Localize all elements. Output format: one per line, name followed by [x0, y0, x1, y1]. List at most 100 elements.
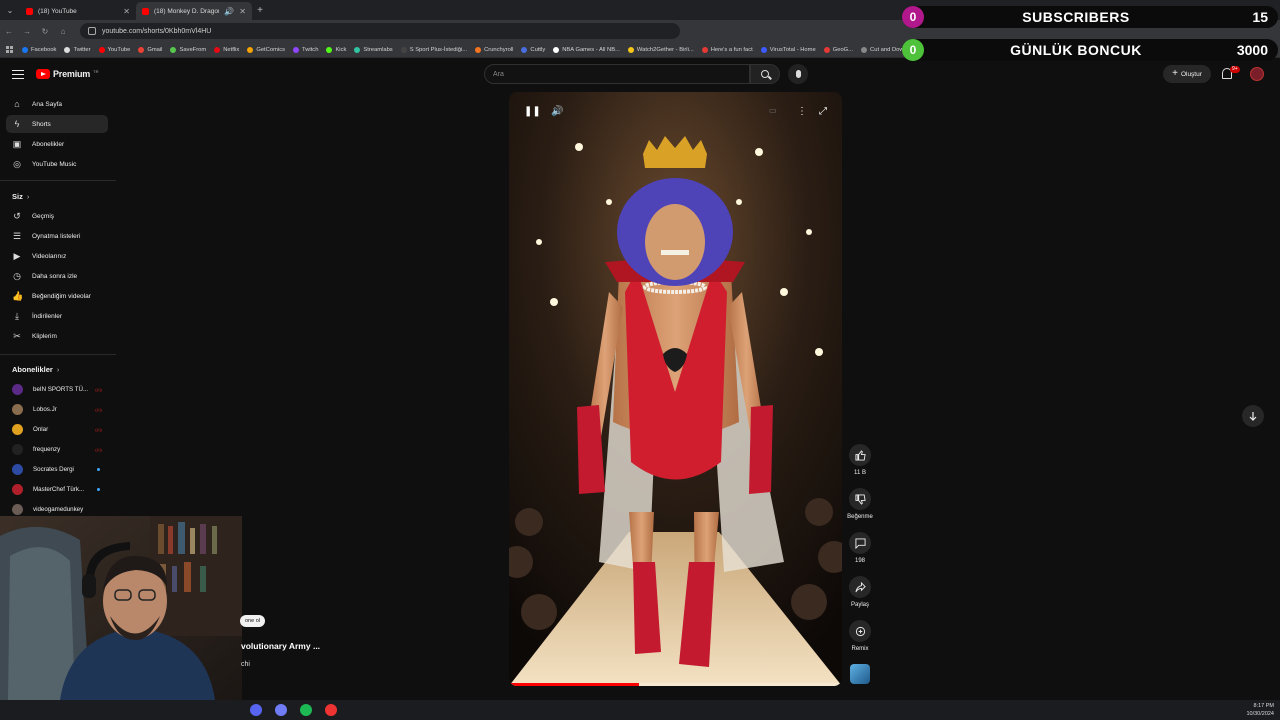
sidebar-item-downloads[interactable]: ⤓ İndirilenler	[6, 307, 108, 325]
apps-grid-icon[interactable]	[6, 45, 14, 54]
search-button[interactable]	[750, 64, 780, 84]
channel-avatar	[12, 443, 23, 455]
bookmark-label: Kick	[335, 46, 347, 53]
bookmark-item[interactable]: Gmail	[138, 46, 162, 53]
sidebar-item-music[interactable]: ◎ YouTube Music	[6, 155, 108, 173]
sidebar-item-playlists[interactable]: ☰ Oynatma listeleri	[6, 227, 108, 245]
bookmark-item[interactable]: Streamlabs	[354, 46, 393, 53]
close-tab-icon[interactable]: ✕	[123, 7, 130, 16]
tab-shorts-active[interactable]: (18) Monkey D. Dragon & 🔊 ✕	[136, 2, 252, 20]
tab-youtube[interactable]: (18) YouTube ✕	[20, 2, 136, 20]
browser-icon[interactable]	[275, 704, 287, 716]
sidebar-item-home[interactable]: ⌂ Ana Sayfa	[6, 95, 108, 113]
new-tab-button[interactable]: +	[252, 5, 268, 16]
share-button[interactable]	[849, 576, 871, 598]
bookmark-favicon-icon	[247, 46, 254, 53]
more-options-icon[interactable]: ⋮	[797, 106, 807, 117]
shorts-player[interactable]: ❚❚ 🔊 ▭ ⋮ ⤢	[509, 92, 842, 686]
sidebar-item-watch-later[interactable]: ◷ Daha sonra izle	[6, 267, 108, 285]
chrome-icon[interactable]	[325, 704, 337, 716]
forward-icon[interactable]: →	[18, 27, 36, 36]
remix-icon	[855, 626, 865, 636]
url-text: youtube.com/shorts/0Kbh0mVl4HU	[102, 27, 212, 35]
bookmark-item[interactable]: Crunchyroll	[475, 46, 513, 53]
pause-icon[interactable]: ❚❚	[524, 106, 541, 117]
sound-action[interactable]	[846, 664, 874, 684]
share-action[interactable]: Paylaş	[846, 576, 874, 608]
bookmark-item[interactable]: S Sport Plus-İstediği...	[400, 46, 467, 53]
volume-icon[interactable]: 🔊	[551, 106, 563, 117]
like-action[interactable]: 11 B	[846, 444, 874, 476]
sidebar-subscription[interactable]: frequenzy ((•))	[6, 440, 108, 458]
sidebar-item-shorts[interactable]: ϟ Shorts	[6, 115, 108, 133]
spotify-icon[interactable]	[300, 704, 312, 716]
account-avatar[interactable]	[1250, 67, 1264, 81]
sidebar-item-history[interactable]: ↺ Geçmiş	[6, 207, 108, 225]
history-icon: ↺	[13, 211, 21, 221]
site-info-icon[interactable]	[88, 27, 96, 35]
bookmark-item[interactable]: VirusTotal - Home	[760, 46, 816, 53]
menu-icon[interactable]	[12, 70, 24, 79]
like-count: 11 B	[854, 470, 866, 476]
search-input[interactable]: Ara	[484, 64, 750, 84]
video-progress-bar[interactable]	[509, 683, 842, 686]
sidebar-section-subscriptions[interactable]: Abonelikler ›	[12, 365, 59, 374]
dislike-button[interactable]	[849, 488, 871, 510]
sidebar-item-liked[interactable]: 👍 Beğendiğim videolar	[6, 287, 108, 305]
speaker-icon[interactable]: 🔊	[224, 7, 234, 16]
fullscreen-icon[interactable]: ⤢	[819, 106, 827, 117]
like-button[interactable]	[849, 444, 871, 466]
address-bar[interactable]: youtube.com/shorts/0Kbh0mVl4HU	[80, 23, 680, 39]
bookmark-item[interactable]: GeoG...	[823, 46, 853, 53]
home-icon[interactable]: ⌂	[54, 27, 72, 36]
comments-count: 198	[854, 558, 865, 564]
back-icon[interactable]: ←	[0, 27, 18, 36]
comments-action[interactable]: 198	[846, 532, 874, 564]
sound-thumbnail[interactable]	[850, 664, 870, 684]
sidebar-item-your-videos[interactable]: ▶ Videolarınız	[6, 247, 108, 265]
liked-icon: 👍	[12, 291, 24, 301]
sidebar-subscription[interactable]: MasterChef Türk...	[6, 480, 108, 498]
webcam-overlay	[0, 516, 242, 700]
bookmark-favicon-icon	[98, 46, 105, 53]
voice-search-button[interactable]	[788, 64, 808, 84]
sidebar-subscription[interactable]: Onlar ((•))	[6, 420, 108, 438]
comments-button[interactable]	[849, 532, 871, 554]
bookmark-item[interactable]: Twitter	[64, 46, 91, 53]
bookmark-item[interactable]: Twitch	[293, 46, 318, 53]
sidebar-item-label: Kliplerim	[32, 332, 57, 340]
bookmark-item[interactable]: YouTube	[98, 46, 130, 53]
bookmark-item[interactable]: Watch2Gether - Birli...	[627, 46, 694, 53]
bookmark-item[interactable]: Kick	[326, 46, 347, 53]
remix-button[interactable]	[849, 620, 871, 642]
sidebar-subscription[interactable]: Lobos.Jr ((•))	[6, 400, 108, 418]
tab-search-icon[interactable]: ⌄	[0, 0, 20, 20]
sidebar-subscription[interactable]: beIN SPORTS TÜ... ((•))	[6, 380, 108, 398]
close-tab-icon[interactable]: ✕	[239, 7, 246, 16]
youtube-premium-logo[interactable]: Premium TR	[36, 69, 98, 79]
bookmark-item[interactable]: Here's a fun fact	[701, 46, 753, 53]
next-short-button[interactable]	[1242, 405, 1264, 427]
bookmark-item[interactable]: Cuttly	[521, 46, 545, 53]
create-button[interactable]: + Oluştur	[1163, 65, 1211, 83]
bookmark-item[interactable]: Netflix	[214, 46, 239, 53]
bookmark-item[interactable]: Facebook	[22, 46, 56, 53]
reload-icon[interactable]: ↻	[36, 27, 54, 36]
bookmark-item[interactable]: NBA Games - All NB...	[553, 46, 620, 53]
sidebar-item-subscriptions[interactable]: ▣ Abonelikler	[6, 135, 108, 153]
captions-icon[interactable]: ▭	[769, 106, 777, 115]
dislike-action[interactable]: Beğenme	[846, 488, 874, 520]
join-button[interactable]: one ol	[240, 615, 265, 627]
bookmark-item[interactable]: SaveFrom	[170, 46, 206, 53]
video-progress-fill	[509, 683, 639, 686]
remix-action[interactable]: Remix	[846, 620, 874, 652]
subscriber-count-badge: 0	[902, 6, 924, 28]
sidebar-item-clips[interactable]: ✂ Kliplerim	[6, 327, 108, 345]
sidebar-section-you[interactable]: Siz ›	[12, 192, 29, 201]
video-title[interactable]: volutionary Army ...	[241, 641, 320, 651]
channel-name[interactable]: chi	[241, 661, 250, 668]
bookmark-item[interactable]: GetComics	[247, 46, 285, 53]
sidebar-subscription[interactable]: Socrates Dergi	[6, 460, 108, 478]
discord-icon[interactable]	[250, 704, 262, 716]
channel-name: frequenzy	[33, 445, 61, 453]
